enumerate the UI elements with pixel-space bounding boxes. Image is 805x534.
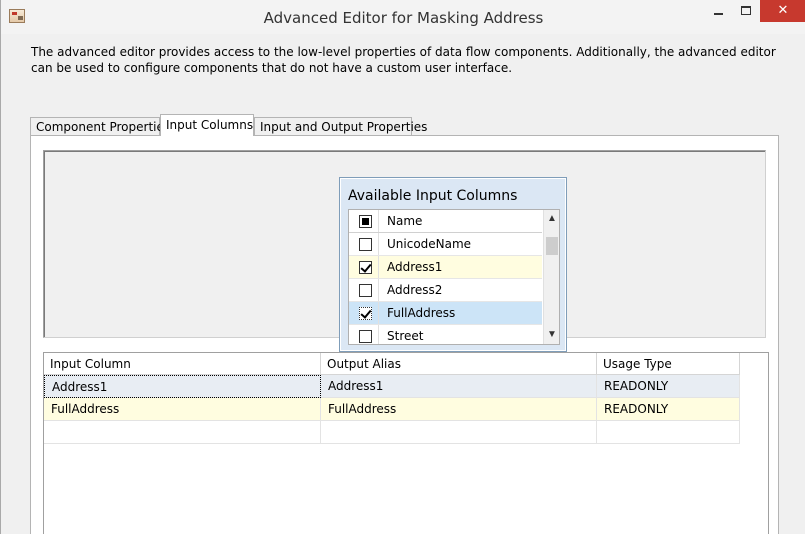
- column-checkbox[interactable]: [359, 261, 372, 274]
- input-column-cell[interactable]: Address1: [44, 375, 321, 398]
- minimize-icon: [713, 12, 723, 15]
- list-item[interactable]: Street: [349, 325, 542, 344]
- column-name: FullAddress: [387, 306, 456, 320]
- table-row[interactable]: FullAddress FullAddress READONLY: [44, 398, 740, 421]
- advanced-editor-window: Advanced Editor for Masking Address ✕ Th…: [0, 0, 805, 534]
- available-columns-title: Available Input Columns: [348, 188, 518, 204]
- column-checkbox[interactable]: [359, 307, 372, 320]
- maximize-button[interactable]: [732, 0, 760, 22]
- maximize-icon: [741, 6, 751, 16]
- chevron-down-icon[interactable]: ▼: [544, 327, 559, 343]
- list-item[interactable]: Address2: [349, 279, 542, 302]
- selected-columns-grid: Input Column Output Alias Usage Type Add…: [43, 352, 769, 534]
- table-row[interactable]: [44, 421, 740, 444]
- usage-type-header[interactable]: Usage Type: [597, 353, 740, 375]
- scrollbar-thumb[interactable]: [546, 237, 558, 255]
- usage-type-cell[interactable]: READONLY: [597, 375, 740, 398]
- minimize-button[interactable]: [704, 0, 732, 22]
- output-alias-cell[interactable]: FullAddress: [321, 398, 597, 421]
- column-checkbox[interactable]: [359, 238, 372, 251]
- table-row[interactable]: Address1 Address1 READONLY: [44, 375, 740, 398]
- close-button[interactable]: ✕: [760, 0, 805, 22]
- column-checkbox[interactable]: [359, 284, 372, 297]
- editor-description: The advanced editor provides access to t…: [31, 45, 776, 75]
- window-title: Advanced Editor for Masking Address: [263, 9, 544, 27]
- output-alias-cell[interactable]: Address1: [321, 375, 597, 398]
- column-name: UnicodeName: [387, 237, 472, 251]
- output-alias-header[interactable]: Output Alias: [321, 353, 597, 375]
- close-icon: ✕: [777, 2, 789, 17]
- usage-type-cell[interactable]: [597, 421, 740, 444]
- column-checkbox[interactable]: [359, 330, 372, 343]
- title-bar[interactable]: Advanced Editor for Masking Address ✕: [1, 0, 805, 34]
- input-columns-panel: Available Input Columns Name UnicodeName: [30, 135, 779, 534]
- select-all-checkbox[interactable]: [359, 215, 372, 228]
- input-column-header[interactable]: Input Column: [44, 353, 321, 375]
- list-item[interactable]: UnicodeName: [349, 233, 542, 256]
- tab-input-columns[interactable]: Input Columns: [160, 114, 254, 136]
- column-name: Address1: [387, 260, 443, 274]
- list-item[interactable]: FullAddress: [349, 302, 542, 325]
- available-input-columns-box: Available Input Columns Name UnicodeName: [339, 177, 567, 352]
- input-column-cell[interactable]: FullAddress: [44, 398, 321, 421]
- column-name: Street: [387, 329, 424, 343]
- tab-component-properties[interactable]: Component Properties: [30, 117, 170, 136]
- available-columns-list: Name UnicodeName Address1 Address2 FullA…: [348, 209, 560, 345]
- tab-input-output-properties[interactable]: Input and Output Properties: [254, 117, 427, 136]
- columns-designer-area: Available Input Columns Name UnicodeName: [43, 150, 766, 352]
- input-column-cell[interactable]: [44, 421, 321, 444]
- chevron-up-icon[interactable]: ▲: [544, 211, 559, 227]
- output-alias-cell[interactable]: [321, 421, 597, 444]
- list-scrollbar[interactable]: ▲ ▼: [543, 210, 559, 344]
- column-name: Address2: [387, 283, 443, 297]
- usage-type-cell[interactable]: READONLY: [597, 398, 740, 421]
- list-header: Name: [349, 210, 542, 233]
- list-item[interactable]: Address1: [349, 256, 542, 279]
- name-column-header: Name: [387, 214, 423, 228]
- grid-header: Input Column Output Alias Usage Type: [44, 353, 740, 375]
